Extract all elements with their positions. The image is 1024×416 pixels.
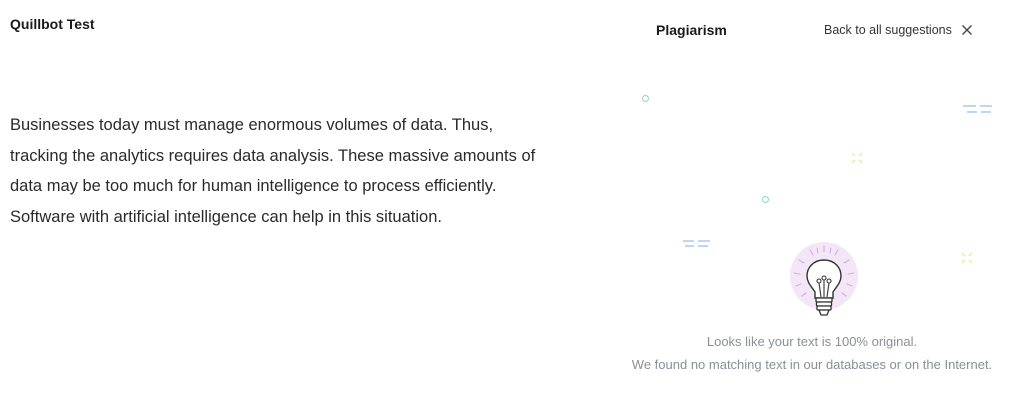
document-line: Businesses today must manage enormous vo… — [10, 116, 494, 134]
app-root: Quillbot Test Businesses today must mana… — [0, 0, 1024, 416]
panel-title: Plagiarism — [656, 22, 727, 38]
back-link-label: Back to all suggestions — [824, 23, 952, 37]
confetti-sparkle-icon — [961, 252, 973, 264]
confetti-circle-icon — [762, 196, 769, 203]
confetti-sparkle-icon — [851, 152, 863, 164]
confetti-circle-icon — [642, 95, 649, 102]
document-title: Quillbot Test — [10, 16, 95, 32]
result-message-secondary: We found no matching text in our databas… — [631, 357, 993, 372]
document-line: tracking the analytics requires data ana… — [10, 146, 536, 165]
document-editor[interactable]: Businesses today must manage enormous vo… — [10, 110, 590, 232]
result-message-primary: Looks like your text is 100% original. — [706, 334, 918, 349]
confetti-dashes-icon — [683, 240, 710, 247]
confetti-dashes-icon — [963, 105, 992, 113]
close-icon[interactable] — [960, 23, 974, 37]
document-line: data may be too much for human intellige… — [10, 177, 497, 195]
back-to-suggestions-link[interactable]: Back to all suggestions — [824, 23, 974, 37]
lightbulb-icon — [788, 240, 860, 324]
document-line: Software with artificial intelligence ca… — [10, 207, 442, 226]
